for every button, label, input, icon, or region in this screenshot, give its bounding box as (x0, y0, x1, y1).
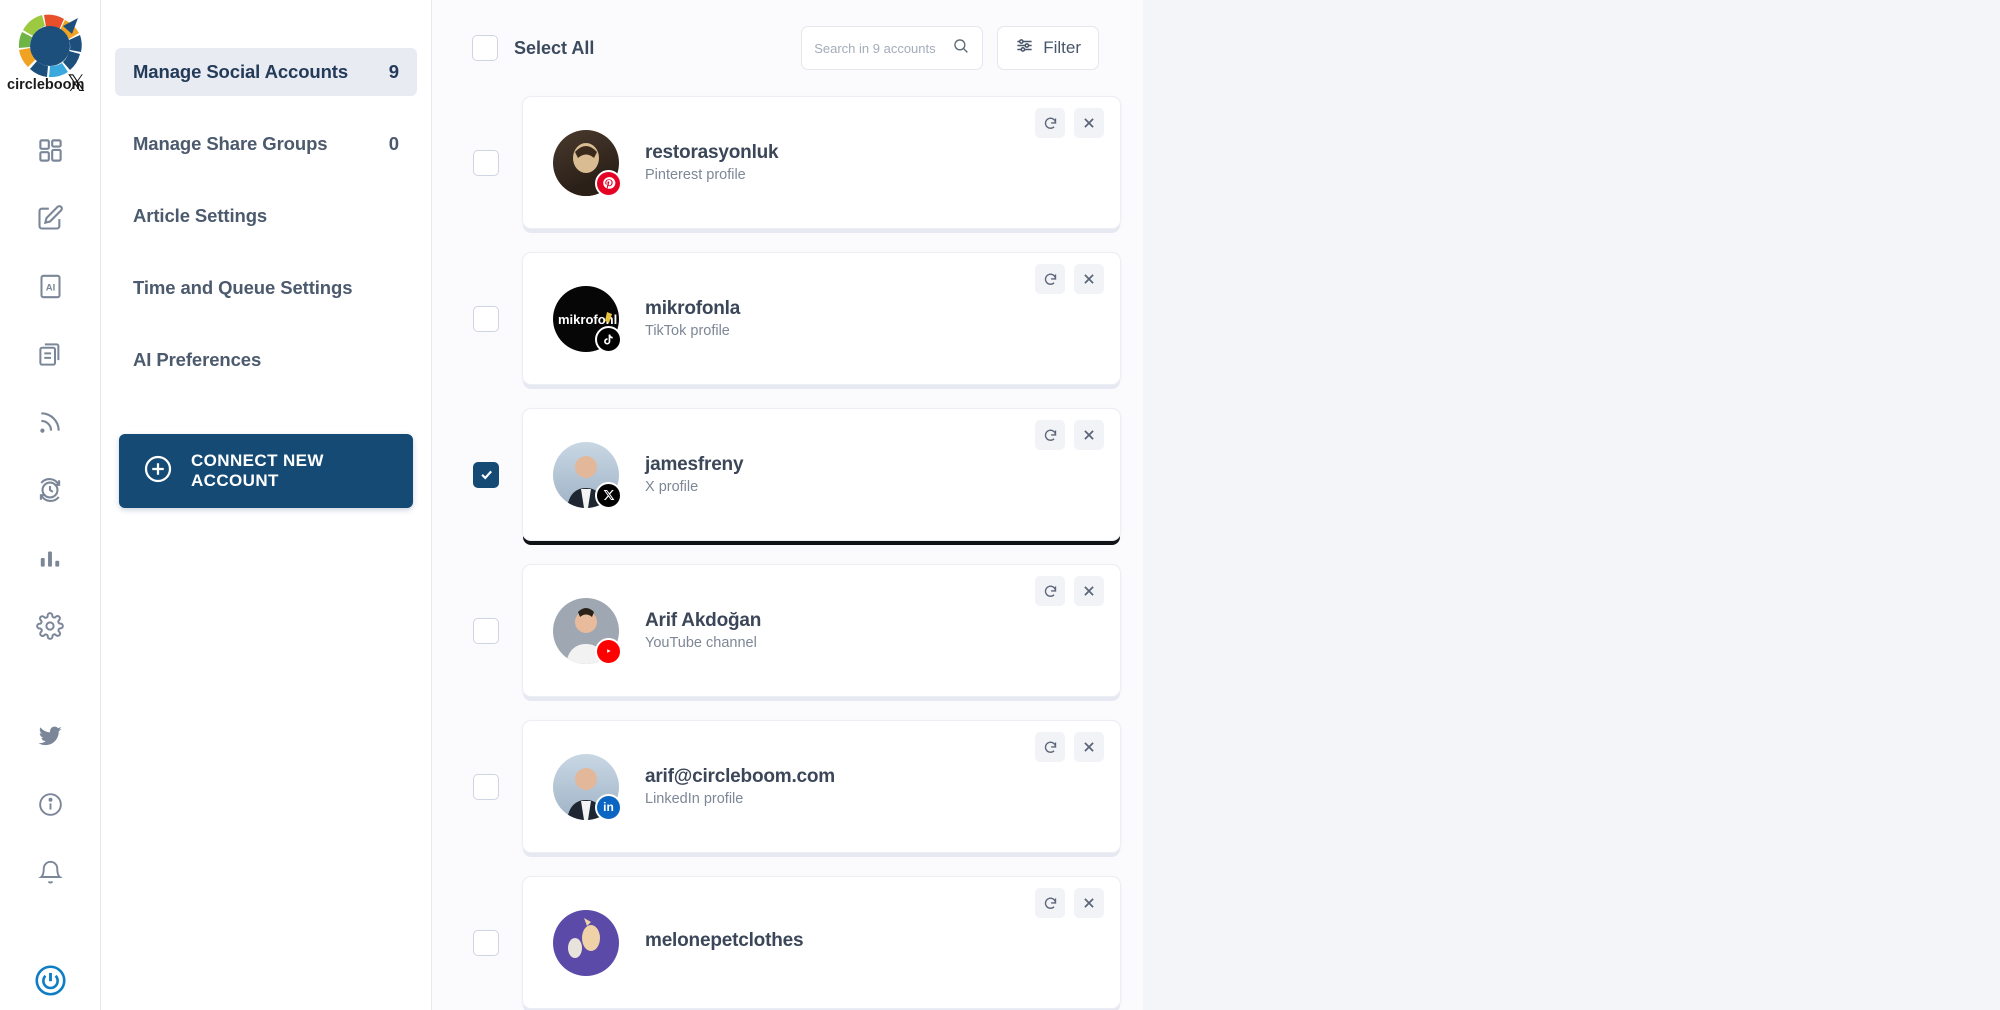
account-type: X profile (645, 479, 699, 495)
list-item[interactable]: melonepetclothes (454, 876, 1121, 1009)
nav-count: 9 (388, 61, 399, 82)
sidebar-item-time-and-queue-settings[interactable]: Time and Queue Settings (115, 264, 417, 312)
nav-label: AI Preferences (133, 349, 262, 370)
refresh-icon[interactable] (1035, 576, 1065, 606)
avatar: mikrofonla (553, 285, 622, 353)
svg-text:AI: AI (45, 282, 55, 293)
avatar (553, 129, 622, 197)
circleboom-logo[interactable]: circleboom 𝕏 (4, 8, 96, 94)
connect-new-account-button[interactable]: CONNECT NEW ACCOUNT (119, 434, 413, 508)
account-name: Arif Akdoğan (645, 610, 762, 631)
account-name: restorasyonluk (645, 142, 779, 163)
close-icon[interactable] (1074, 732, 1104, 762)
sidebar-item-ai-preferences[interactable]: AI Preferences (115, 336, 417, 384)
svg-text:𝕏: 𝕏 (67, 70, 86, 94)
account-card[interactable]: Arif Akdoğan YouTube channel (522, 564, 1121, 697)
analytics-icon[interactable] (19, 524, 81, 592)
sidebar-item-manage-share-groups[interactable]: Manage Share Groups 0 (115, 120, 417, 168)
rss-icon[interactable] (19, 388, 81, 456)
avatar (553, 597, 622, 665)
icon-rail: circleboom 𝕏 AI (0, 0, 101, 1010)
account-type: YouTube channel (645, 635, 757, 651)
bell-icon[interactable] (19, 838, 81, 906)
x-badge-icon (595, 481, 622, 509)
youtube-badge-icon (595, 637, 622, 665)
account-card[interactable]: melonepetclothes (522, 876, 1121, 1009)
nav-label: Manage Social Accounts (133, 61, 349, 82)
connect-new-account-label: CONNECT NEW ACCOUNT (191, 451, 324, 490)
list-item[interactable]: in arif@circleboom.com LinkedIn profile (454, 720, 1121, 853)
filter-icon (1015, 36, 1034, 60)
account-type: TikTok profile (645, 323, 730, 339)
search-input[interactable] (814, 40, 947, 56)
close-icon[interactable] (1074, 576, 1104, 606)
account-checkbox[interactable] (473, 305, 499, 332)
account-card[interactable]: restorasyonluk Pinterest profile (522, 96, 1121, 229)
account-name: jamesfreny (645, 454, 744, 475)
nav-label: Time and Queue Settings (133, 277, 353, 298)
queue-icon[interactable] (19, 456, 81, 524)
close-icon[interactable] (1074, 108, 1104, 138)
filter-button[interactable]: Filter (997, 26, 1099, 70)
sidebar-item-manage-social-accounts[interactable]: Manage Social Accounts 9 (115, 48, 417, 96)
rail-icon-list: AI (19, 116, 81, 1010)
dashboard-icon[interactable] (19, 116, 81, 184)
refresh-icon[interactable] (1035, 420, 1065, 450)
account-card[interactable]: in arif@circleboom.com LinkedIn profile (522, 720, 1121, 853)
list-toolbar: Select All Search in 9 accounts Filter (454, 0, 1121, 96)
account-checkbox[interactable] (473, 461, 499, 488)
refresh-icon[interactable] (1035, 732, 1065, 762)
account-checkbox[interactable] (473, 773, 499, 800)
linkedin-badge-icon: in (595, 793, 622, 821)
select-all-control[interactable]: Select All (472, 35, 594, 61)
list-item[interactable]: Arif Akdoğan YouTube channel (454, 564, 1121, 697)
avatar (553, 909, 619, 976)
close-icon[interactable] (1074, 888, 1104, 918)
account-checkbox[interactable] (473, 617, 499, 644)
account-checkbox[interactable] (473, 929, 499, 956)
search-icon (952, 37, 970, 60)
select-all-checkbox[interactable] (472, 35, 498, 61)
select-all-label: Select All (514, 37, 595, 58)
list-item[interactable]: mikrofonla mikrofonla TikTok profile (454, 252, 1121, 385)
account-card[interactable]: jamesfreny X profile (522, 408, 1121, 541)
avatar: in (553, 753, 622, 821)
refresh-icon[interactable] (1035, 264, 1065, 294)
plus-circle-icon (143, 454, 173, 489)
filter-label: Filter (1043, 38, 1081, 57)
nav-label: Manage Share Groups (133, 133, 328, 154)
accounts-card-list: restorasyonluk Pinterest profile mikrofo… (454, 96, 1121, 1009)
account-type: Pinterest profile (645, 167, 746, 183)
settings-nav: Manage Social Accounts 9 Manage Share Gr… (101, 0, 432, 1010)
tiktok-badge-icon (595, 325, 622, 353)
account-name: arif@circleboom.com (645, 766, 836, 787)
profile-panel: jamesfreny X profile 0 RSS Feeds 0 Sched… (1143, 0, 2000, 1010)
list-item[interactable]: jamesfreny X profile (454, 408, 1121, 541)
app-root: circleboom 𝕏 AI Manage Social Accounts 9… (0, 0, 2000, 1010)
list-item[interactable]: restorasyonluk Pinterest profile (454, 96, 1121, 229)
compose-icon[interactable] (19, 184, 81, 252)
info-icon[interactable] (19, 770, 81, 838)
refresh-icon[interactable] (1035, 888, 1065, 918)
account-checkbox[interactable] (473, 149, 499, 176)
avatar (553, 441, 622, 509)
account-name: melonepetclothes (645, 930, 804, 951)
close-icon[interactable] (1074, 264, 1104, 294)
close-icon[interactable] (1074, 420, 1104, 450)
pinterest-badge-icon (595, 169, 622, 197)
power-icon[interactable] (19, 946, 81, 1010)
nav-label: Article Settings (133, 205, 268, 226)
sidebar-item-article-settings[interactable]: Article Settings (115, 192, 417, 240)
ai-icon[interactable]: AI (19, 252, 81, 320)
account-name: mikrofonla (645, 298, 741, 319)
search-box[interactable] (801, 26, 984, 70)
account-type: LinkedIn profile (645, 791, 744, 807)
accounts-list-column: Select All Search in 9 accounts Filter r… (432, 0, 1143, 1010)
library-icon[interactable] (19, 320, 81, 388)
settings-icon[interactable] (19, 592, 81, 660)
nav-count: 0 (388, 133, 399, 154)
refresh-icon[interactable] (1035, 108, 1065, 138)
twitter-icon[interactable] (19, 702, 81, 770)
account-card[interactable]: mikrofonla mikrofonla TikTok profile (522, 252, 1121, 385)
